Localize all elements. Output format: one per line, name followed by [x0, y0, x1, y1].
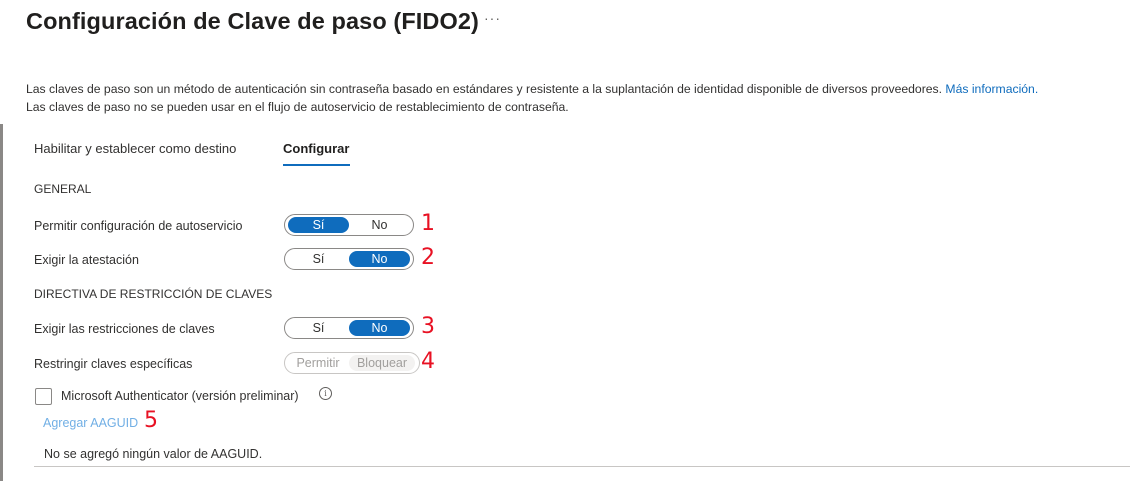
more-options-button[interactable]: ··· [484, 10, 501, 26]
self-service-label: Permitir configuración de autoservicio [34, 219, 243, 233]
attestation-no-option[interactable]: No [349, 251, 410, 267]
restrict-keys-toggle[interactable]: Permitir Bloquear [284, 352, 420, 374]
marker-2: 2 [421, 245, 435, 270]
description-line-1: Las claves de paso son un método de aute… [26, 82, 1038, 96]
key-restriction-heading: DIRECTIVA DE RESTRICCIÓN DE CLAVES [34, 287, 273, 301]
enforce-restrictions-toggle[interactable]: Sí No [284, 317, 414, 339]
attestation-label: Exigir la atestación [34, 253, 139, 267]
add-aaguid-link[interactable]: Agregar AAGUID [43, 416, 138, 430]
self-service-no-option[interactable]: No [349, 217, 410, 233]
table-divider [34, 466, 1130, 467]
attestation-yes-option[interactable]: Sí [288, 251, 349, 267]
marker-4: 4 [421, 349, 435, 374]
description-text: Las claves de paso son un método de aute… [26, 82, 943, 96]
self-service-toggle[interactable]: Sí No [284, 214, 414, 236]
panel-left-border [0, 124, 3, 481]
restrict-keys-label: Restringir claves específicas [34, 357, 193, 371]
tab-configure[interactable]: Configurar [283, 141, 349, 156]
authenticator-checkbox[interactable] [35, 388, 52, 405]
page-title: Configuración de Clave de paso (FIDO2) [26, 8, 479, 34]
enforce-restrictions-label: Exigir las restricciones de claves [34, 322, 215, 336]
marker-1: 1 [421, 211, 435, 236]
restrict-allow-option[interactable]: Permitir [288, 355, 348, 371]
description-line-2: Las claves de paso no se pueden usar en … [26, 100, 569, 114]
marker-5: 5 [144, 408, 158, 433]
info-icon[interactable]: i [319, 387, 332, 400]
marker-3: 3 [421, 314, 435, 339]
general-heading: GENERAL [34, 182, 92, 196]
tab-enable-target[interactable]: Habilitar y establecer como destino [34, 141, 236, 156]
restrict-block-option[interactable]: Bloquear [349, 355, 415, 371]
enforce-yes-option[interactable]: Sí [288, 320, 349, 336]
empty-aaguid-message: No se agregó ningún valor de AAGUID. [44, 447, 263, 461]
active-tab-indicator [283, 164, 350, 166]
authenticator-label: Microsoft Authenticator (versión prelimi… [61, 389, 299, 403]
enforce-no-option[interactable]: No [349, 320, 410, 336]
learn-more-link[interactable]: Más información. [945, 82, 1038, 96]
attestation-toggle[interactable]: Sí No [284, 248, 414, 270]
self-service-yes-option[interactable]: Sí [288, 217, 349, 233]
